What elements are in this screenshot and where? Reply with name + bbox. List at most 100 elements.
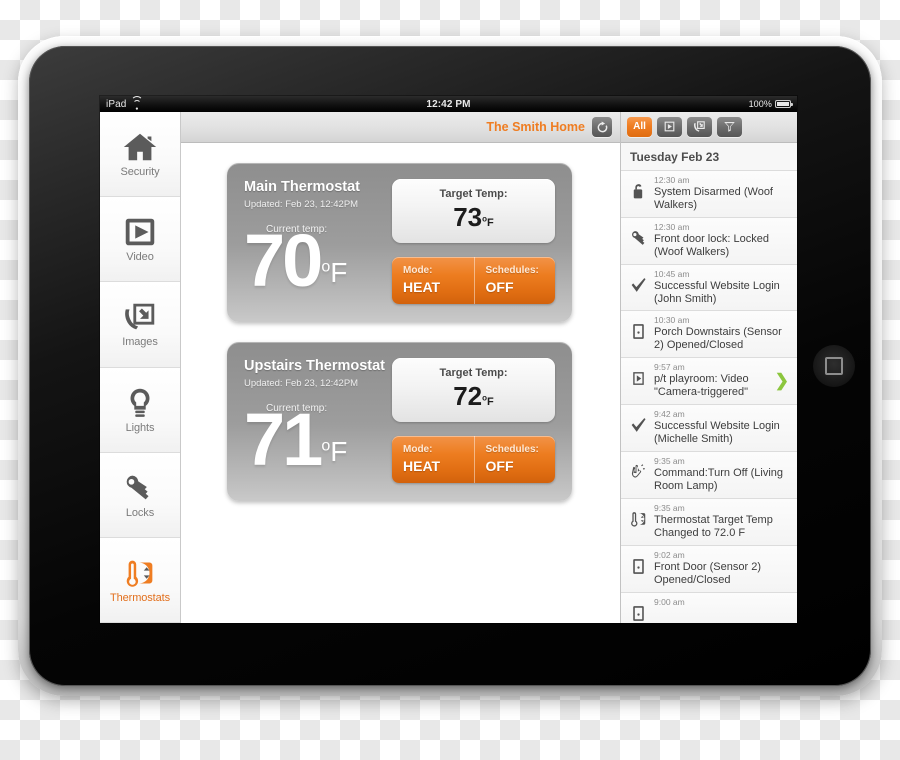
schedules-button[interactable]: Schedules: OFF <box>473 436 556 483</box>
sensor-icon <box>628 315 648 341</box>
main-content: The Smith Home Main Thermostat Updated: … <box>181 112 620 623</box>
current-temp-display: 70 oF <box>244 223 392 297</box>
mode-button[interactable]: Mode: HEAT <box>392 436 474 483</box>
thermostat-panels: Main Thermostat Updated: Feb 23, 12:42PM… <box>181 143 620 623</box>
current-temp-unit: oF <box>321 257 348 289</box>
sidebar-item-label: Locks <box>125 506 155 519</box>
feed-item-time: 10:45 am <box>654 268 690 279</box>
feed-item[interactable]: 12:30 am System Disarmed (Woof Walkers) <box>621 169 797 217</box>
feed-item-description: Successful Website Login (John Smith) <box>654 279 780 305</box>
app-body: Security Video Images Lights Locks Therm… <box>100 112 797 623</box>
filter-icon <box>724 122 735 133</box>
mode-value: HEAT <box>403 279 441 295</box>
feed-item-description: Front door lock: Locked (Woof Walkers) <box>654 232 769 258</box>
sidebar-item-security[interactable]: Security <box>100 112 180 198</box>
images-icon <box>125 304 155 330</box>
refresh-icon <box>597 120 607 132</box>
feed-item-text: 12:30 am Front door lock: Locked (Woof W… <box>654 222 791 259</box>
feed-item-text: 9:57 am p/t playroom: Video "Camera-trig… <box>654 362 769 399</box>
feed-item-description: Thermostat Target Temp Changed to 72.0 F <box>654 514 773 540</box>
status-bar-clock: 12:42 PM <box>426 98 471 110</box>
refresh-button[interactable] <box>592 117 612 137</box>
filter-video-button[interactable] <box>657 116 682 137</box>
chevron-right-icon[interactable]: ❯ <box>775 371 791 391</box>
feed-item-text: 9:35 am Thermostat Target Temp Changed t… <box>654 503 791 540</box>
filter-image-button[interactable] <box>687 116 712 137</box>
sidebar-item-thermostats[interactable]: Thermostats <box>100 537 180 623</box>
feed-item-time: 12:30 am <box>654 174 690 185</box>
sidebar-item-label: Security <box>120 166 160 179</box>
feed-item-time: 9:57 am <box>654 362 685 373</box>
feed-item[interactable]: 9:57 am p/t playroom: Video "Camera-trig… <box>621 357 797 405</box>
feed-item-description: Successful Website Login (Michelle Smith… <box>654 420 780 446</box>
thermostat-card[interactable]: Upstairs Thermostat Updated: Feb 23, 12:… <box>227 342 572 501</box>
thermostat-icon <box>628 503 648 529</box>
feed-item[interactable]: 10:45 am Successful Website Login (John … <box>621 263 797 311</box>
mode-schedule-bar[interactable]: Mode: HEAT Schedules: OFF <box>392 257 555 304</box>
schedules-value: OFF <box>485 279 514 295</box>
feed-item-text: 9:35 am Command:Turn Off (Living Room La… <box>654 456 791 493</box>
hand-tap-icon <box>628 456 648 482</box>
video-icon <box>125 218 155 246</box>
feed-item-description: Front Door (Sensor 2) Opened/Closed <box>654 561 761 587</box>
key-icon <box>126 475 149 500</box>
video-icon <box>664 121 675 132</box>
battery-icon <box>775 100 793 108</box>
sidebar-item-lights[interactable]: Lights <box>100 367 180 453</box>
target-temp-unit: oF <box>482 214 494 229</box>
feed-item-description: p/t playroom: Video "Camera-triggered" <box>654 373 749 399</box>
schedules-button[interactable]: Schedules: OFF <box>473 257 556 304</box>
sidebar-item-images[interactable]: Images <box>100 282 180 368</box>
feed-item-text: 10:45 am Successful Website Login (John … <box>654 269 791 306</box>
feed-item-time: 9:35 am <box>654 503 685 514</box>
sensor-icon <box>628 597 648 623</box>
video-icon <box>628 362 648 388</box>
checkmark-icon <box>628 409 648 435</box>
thermostat-controls: Target Temp: 72oF Mode: HEAT Schedules: … <box>392 358 555 483</box>
feed-item-time: 9:35 am <box>654 456 685 467</box>
sidebar-item-locks[interactable]: Locks <box>100 452 180 538</box>
thermostat-summary: Upstairs Thermostat Updated: Feb 23, 12:… <box>244 358 392 483</box>
sidebar-item-label: Images <box>122 336 158 349</box>
activity-feed: All Tuesday Feb 23 12:30 am System Disar… <box>620 112 797 623</box>
sidebar-item-video[interactable]: Video <box>100 197 180 283</box>
feed-item-text: 12:30 am System Disarmed (Woof Walkers) <box>654 175 791 212</box>
feed-item[interactable]: 9:02 am Front Door (Sensor 2) Opened/Clo… <box>621 545 797 593</box>
target-temp-button[interactable]: Target Temp: 73oF <box>392 179 555 243</box>
feed-item[interactable]: 9:35 am Thermostat Target Temp Changed t… <box>621 498 797 546</box>
filter-all-label: All <box>633 121 646 133</box>
sensor-icon <box>628 550 648 576</box>
target-temp-button[interactable]: Target Temp: 72oF <box>392 358 555 422</box>
target-temp-display: 73oF <box>392 202 555 233</box>
target-temp-value: 72 <box>453 381 483 411</box>
thermostat-updated: Updated: Feb 23, 12:42PM <box>244 378 359 389</box>
feed-item-time: 9:42 am <box>654 409 685 420</box>
feed-item[interactable]: 9:35 am Command:Turn Off (Living Room La… <box>621 451 797 499</box>
sidebar-item-label: Lights <box>125 421 155 434</box>
feed-item-text: 9:02 am Front Door (Sensor 2) Opened/Clo… <box>654 550 791 587</box>
feed-item[interactable]: 10:30 am Porch Downstairs (Sensor 2) Ope… <box>621 310 797 358</box>
mode-button[interactable]: Mode: HEAT <box>392 257 474 304</box>
target-temp-label: Target Temp: <box>439 367 508 379</box>
feed-item-text: 10:30 am Porch Downstairs (Sensor 2) Ope… <box>654 315 791 352</box>
filter-funnel-button[interactable] <box>717 116 742 137</box>
current-temp-display: 71 oF <box>244 398 392 481</box>
thermostat-updated: Updated: Feb 23, 12:42PM <box>244 199 359 210</box>
target-temp-value: 73 <box>453 202 483 232</box>
feed-item[interactable]: 9:00 am <box>621 592 797 623</box>
thermostat-card[interactable]: Main Thermostat Updated: Feb 23, 12:42PM… <box>227 163 572 322</box>
thermostat-controls: Target Temp: 73oF Mode: HEAT Schedules: … <box>392 179 555 304</box>
current-temp-value: 71 <box>244 398 323 481</box>
feed-item[interactable]: 12:30 am Front door lock: Locked (Woof W… <box>621 216 797 264</box>
feed-item[interactable]: 9:42 am Successful Website Login (Michel… <box>621 404 797 452</box>
feed-filter-toolbar: All <box>621 112 797 143</box>
mode-label: Mode: <box>403 265 433 276</box>
feed-item-description: Command:Turn Off (Living Room Lamp) <box>654 467 783 493</box>
home-button[interactable] <box>813 345 855 387</box>
feed-item-time: 10:30 am <box>654 315 690 326</box>
feed-item-time: 12:30 am <box>654 221 690 232</box>
mode-schedule-bar[interactable]: Mode: HEAT Schedules: OFF <box>392 436 555 483</box>
filter-all-button[interactable]: All <box>627 116 652 137</box>
feed-item-description: System Disarmed (Woof Walkers) <box>654 185 773 211</box>
schedules-label: Schedules: <box>485 444 539 455</box>
